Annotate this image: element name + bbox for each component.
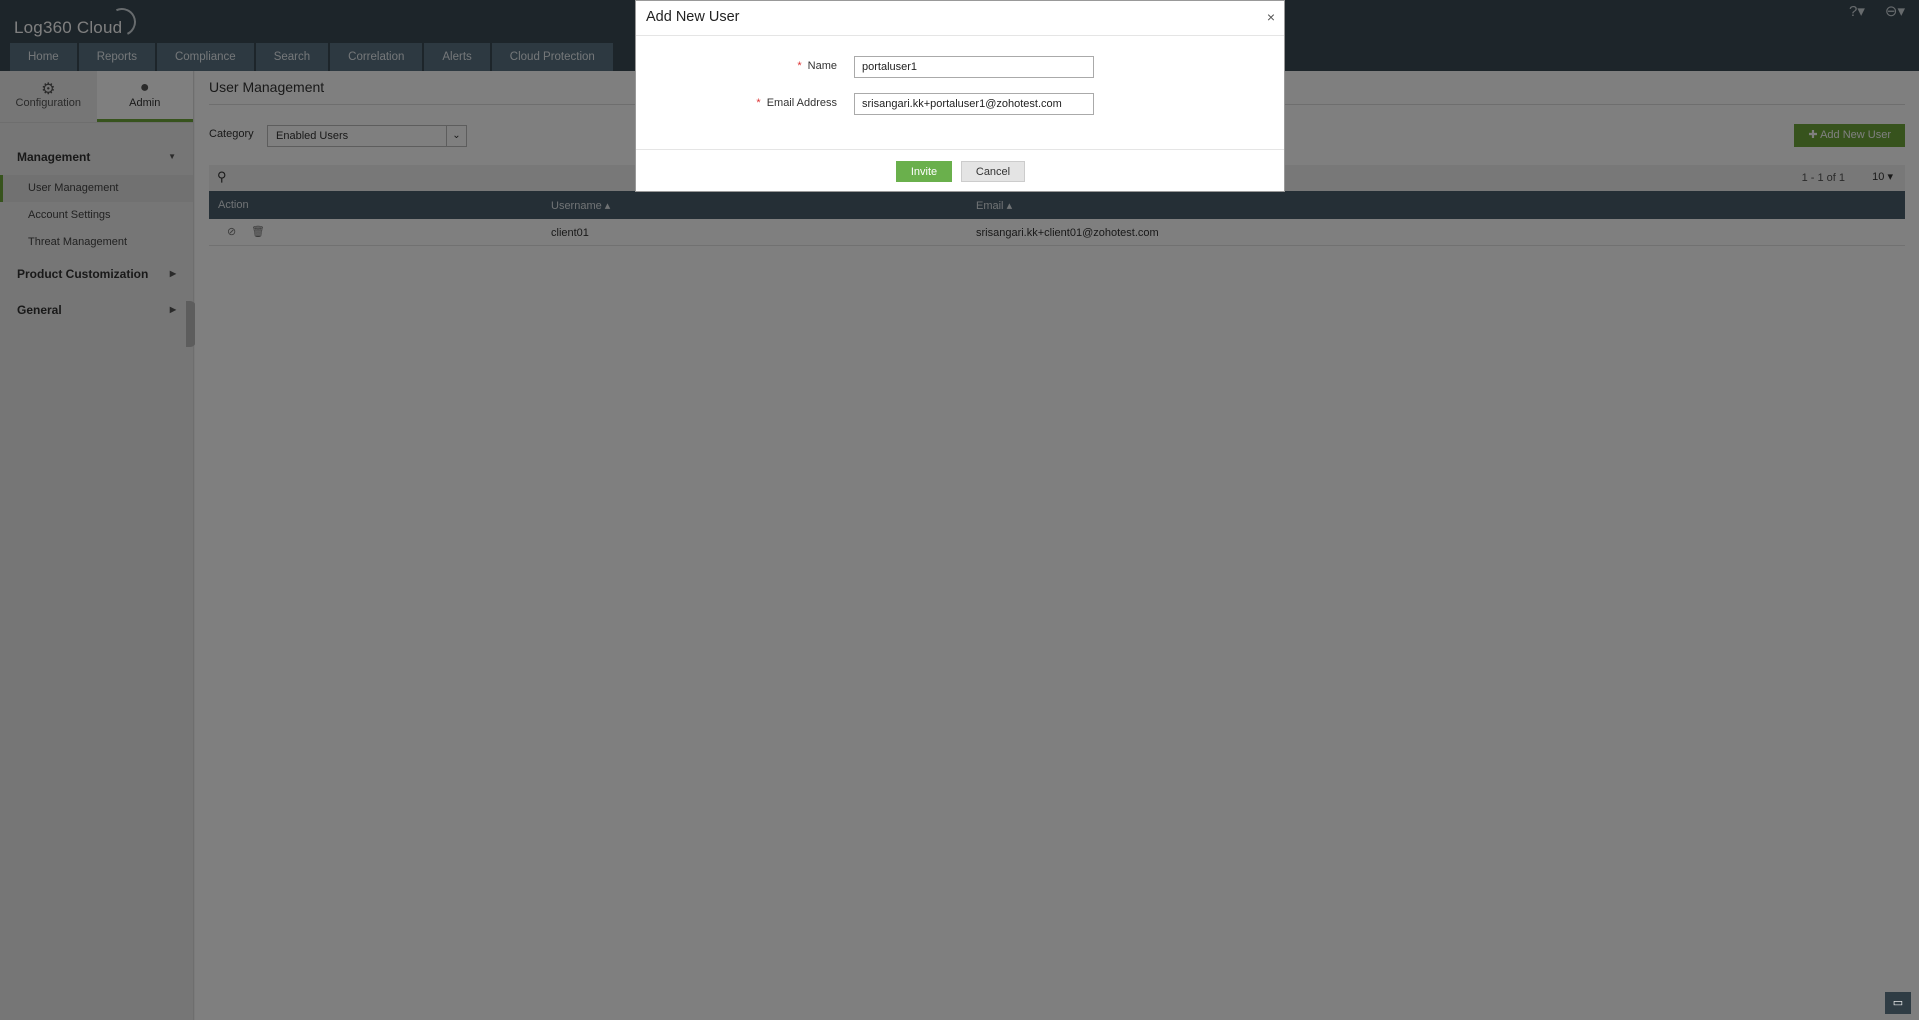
email-label-text: Email Address bbox=[766, 97, 837, 109]
name-field[interactable] bbox=[854, 56, 1094, 78]
divider bbox=[636, 149, 1284, 150]
name-label: * Name bbox=[797, 60, 837, 72]
chat-icon[interactable]: ▭ bbox=[1885, 992, 1911, 1014]
email-field[interactable] bbox=[854, 93, 1094, 115]
dialog-title: Add New User bbox=[646, 9, 740, 25]
add-new-user-dialog: Add New User × * Name * Email Address Invi… bbox=[635, 0, 1285, 192]
divider bbox=[636, 35, 1284, 36]
required-asterisk: * bbox=[797, 60, 802, 72]
invite-button[interactable]: Invite bbox=[896, 161, 952, 182]
cancel-button[interactable]: Cancel bbox=[961, 161, 1025, 182]
close-icon[interactable]: × bbox=[1267, 9, 1275, 25]
required-asterisk: * bbox=[756, 97, 761, 109]
email-label: * Email Address bbox=[756, 97, 837, 109]
name-label-text: Name bbox=[807, 60, 837, 72]
